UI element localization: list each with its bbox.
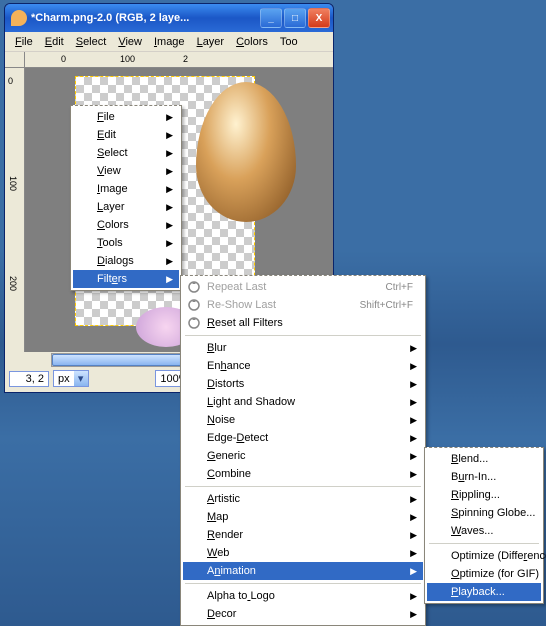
reset-icon — [187, 316, 201, 330]
shortcut-label: Ctrl+F — [386, 282, 414, 293]
unit-combo[interactable]: px▾ — [53, 370, 89, 387]
ctx-item-tools[interactable]: Tools▶ — [73, 234, 179, 252]
anim-item-waves[interactable]: Waves... — [427, 522, 541, 540]
window-title: *Charm.png-2.0 (RGB, 2 laye... — [31, 12, 260, 24]
menu-image[interactable]: Image — [148, 34, 191, 50]
anim-item-optimize-for-gif[interactable]: Optimize (for GIF) — [427, 565, 541, 583]
submenu-arrow-icon: ▶ — [166, 256, 173, 267]
separator — [429, 543, 539, 544]
minimize-button[interactable]: _ — [260, 8, 282, 28]
filters-item-edge-detect[interactable]: Edge-Detect▶ — [183, 429, 423, 447]
filters-item-alpha-to-logo[interactable]: Alpha to Logo▶ — [183, 587, 423, 605]
ctx-item-file[interactable]: File▶ — [73, 108, 179, 126]
submenu-arrow-icon: ▶ — [166, 112, 173, 123]
filters-item-web[interactable]: Web▶ — [183, 544, 423, 562]
shortcut-label: Shift+Ctrl+F — [360, 300, 413, 311]
submenu-arrow-icon: ▶ — [166, 274, 173, 285]
repeat-icon — [187, 280, 201, 294]
menu-layer[interactable]: Layer — [191, 34, 231, 50]
anim-item-playback[interactable]: Playback... — [427, 583, 541, 601]
ctx-item-image[interactable]: Image▶ — [73, 180, 179, 198]
close-button[interactable]: X — [308, 8, 330, 28]
filters-item-enhance[interactable]: Enhance▶ — [183, 357, 423, 375]
filters-item-decor[interactable]: Decor▶ — [183, 605, 423, 623]
filters-item-generic[interactable]: Generic▶ — [183, 447, 423, 465]
filters-item-re-show-last: Re-Show LastShift+Ctrl+F — [183, 296, 423, 314]
submenu-arrow-icon: ▶ — [410, 433, 417, 444]
filters-item-combine[interactable]: Combine▶ — [183, 465, 423, 483]
filters-item-animation[interactable]: Animation▶ — [183, 562, 423, 580]
anim-item-optimize-difference[interactable]: Optimize (Difference) — [427, 547, 541, 565]
filters-item-distorts[interactable]: Distorts▶ — [183, 375, 423, 393]
submenu-arrow-icon: ▶ — [410, 361, 417, 372]
animation-submenu: Blend...Burn-In...Rippling...Spinning Gl… — [424, 447, 544, 604]
ctx-item-view[interactable]: View▶ — [73, 162, 179, 180]
ctx-item-edit[interactable]: Edit▶ — [73, 126, 179, 144]
filters-item-render[interactable]: Render▶ — [183, 526, 423, 544]
submenu-arrow-icon: ▶ — [410, 494, 417, 505]
menu-file[interactable]: File — [9, 34, 39, 50]
anim-item-rippling[interactable]: Rippling... — [427, 486, 541, 504]
coord-readout: 3, 2 — [9, 371, 49, 387]
ctx-item-colors[interactable]: Colors▶ — [73, 216, 179, 234]
reshow-icon — [187, 298, 201, 312]
filters-item-map[interactable]: Map▶ — [183, 508, 423, 526]
submenu-arrow-icon: ▶ — [410, 343, 417, 354]
submenu-arrow-icon: ▶ — [166, 130, 173, 141]
ctx-item-dialogs[interactable]: Dialogs▶ — [73, 252, 179, 270]
ruler-vertical: 0 100 200 — [5, 68, 25, 352]
submenu-arrow-icon: ▶ — [166, 220, 173, 231]
filters-item-noise[interactable]: Noise▶ — [183, 411, 423, 429]
submenu-arrow-icon: ▶ — [166, 202, 173, 213]
separator — [185, 335, 421, 336]
menu-edit[interactable]: Edit — [39, 34, 70, 50]
submenu-arrow-icon: ▶ — [410, 566, 417, 577]
filters-item-light-and-shadow[interactable]: Light and Shadow▶ — [183, 393, 423, 411]
filters-submenu: Repeat LastCtrl+FRe-Show LastShift+Ctrl+… — [180, 275, 426, 626]
filters-item-artistic[interactable]: Artistic▶ — [183, 490, 423, 508]
app-icon — [11, 10, 27, 26]
chevron-down-icon: ▾ — [74, 371, 88, 386]
menu-tools-truncated[interactable]: Too — [274, 34, 304, 50]
ruler-horizontal: 0 100 2 — [5, 52, 333, 68]
submenu-arrow-icon: ▶ — [166, 148, 173, 159]
submenu-arrow-icon: ▶ — [166, 238, 173, 249]
anim-item-spinning-globe[interactable]: Spinning Globe... — [427, 504, 541, 522]
context-menu-main: File▶Edit▶Select▶View▶Image▶Layer▶Colors… — [70, 105, 182, 291]
submenu-arrow-icon: ▶ — [410, 609, 417, 620]
submenu-arrow-icon: ▶ — [410, 397, 417, 408]
menu-view[interactable]: View — [112, 34, 148, 50]
maximize-button[interactable]: □ — [284, 8, 306, 28]
separator — [185, 486, 421, 487]
submenu-arrow-icon: ▶ — [166, 184, 173, 195]
menu-select[interactable]: Select — [70, 34, 113, 50]
submenu-arrow-icon: ▶ — [410, 530, 417, 541]
submenu-arrow-icon: ▶ — [410, 512, 417, 523]
anim-item-burn-in[interactable]: Burn-In... — [427, 468, 541, 486]
filters-item-blur[interactable]: Blur▶ — [183, 339, 423, 357]
submenu-arrow-icon: ▶ — [410, 469, 417, 480]
separator — [185, 583, 421, 584]
ctx-item-layer[interactable]: Layer▶ — [73, 198, 179, 216]
anim-item-blend[interactable]: Blend... — [427, 450, 541, 468]
ctx-item-select[interactable]: Select▶ — [73, 144, 179, 162]
submenu-arrow-icon: ▶ — [410, 548, 417, 559]
titlebar[interactable]: *Charm.png-2.0 (RGB, 2 laye... _ □ X — [5, 4, 333, 32]
submenu-arrow-icon: ▶ — [410, 591, 417, 602]
ctx-item-filters[interactable]: Filters▶ — [73, 270, 179, 288]
submenu-arrow-icon: ▶ — [410, 379, 417, 390]
submenu-arrow-icon: ▶ — [410, 415, 417, 426]
menubar: File Edit Select View Image Layer Colors… — [5, 32, 333, 52]
submenu-arrow-icon: ▶ — [410, 451, 417, 462]
menu-colors[interactable]: Colors — [230, 34, 274, 50]
filters-item-repeat-last: Repeat LastCtrl+F — [183, 278, 423, 296]
submenu-arrow-icon: ▶ — [166, 166, 173, 177]
filters-item-reset-all-filters[interactable]: Reset all Filters — [183, 314, 423, 332]
